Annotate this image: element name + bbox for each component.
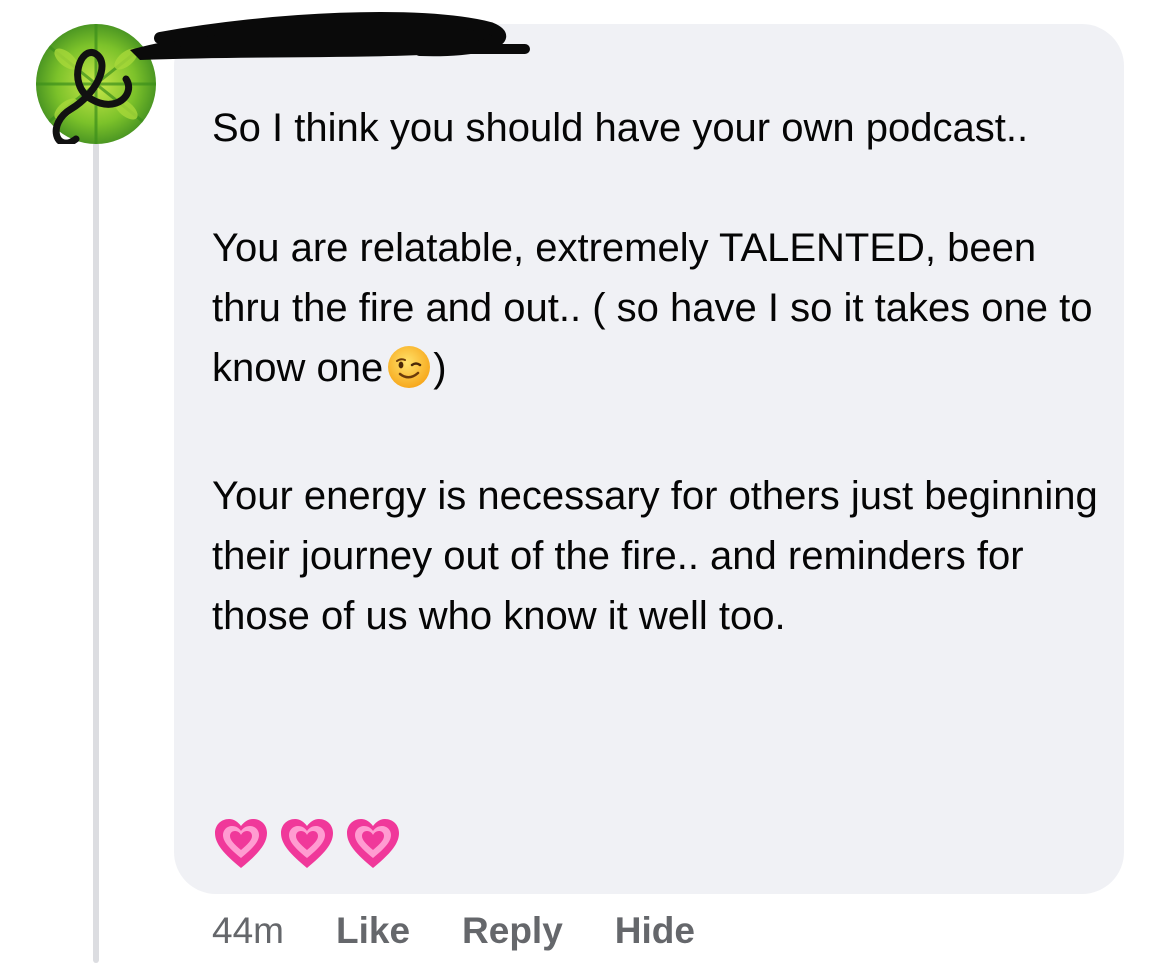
comment-paragraph-1: So I think you should have your own podc… [212,106,1029,150]
name-redaction [130,11,530,60]
hide-button[interactable]: Hide [615,910,695,952]
comment-screen: So I think you should have your own podc… [0,0,1170,963]
like-button[interactable]: Like [336,910,410,952]
growing-heart-icon [215,819,267,868]
comment-paragraph-2-close: ) [433,346,447,390]
comment-timestamp: 44m [212,910,284,951]
comment-text: So I think you should have your own podc… [212,98,1102,646]
comment-paragraph-2: You are relatable, extremely TALENTED, b… [212,218,1102,406]
comment-actions: 44m Like Reply Hide [212,910,747,952]
winking-face-icon [387,345,431,406]
growing-heart-icon [281,819,333,868]
hearts-row [214,818,400,870]
comment-paragraph-3: Your energy is necessary for others just… [212,474,1098,638]
reply-button[interactable]: Reply [462,910,563,952]
thread-line [93,142,99,963]
comment-paragraph-2-text: You are relatable, extremely TALENTED, b… [212,226,1093,390]
growing-heart-icon [347,819,399,868]
